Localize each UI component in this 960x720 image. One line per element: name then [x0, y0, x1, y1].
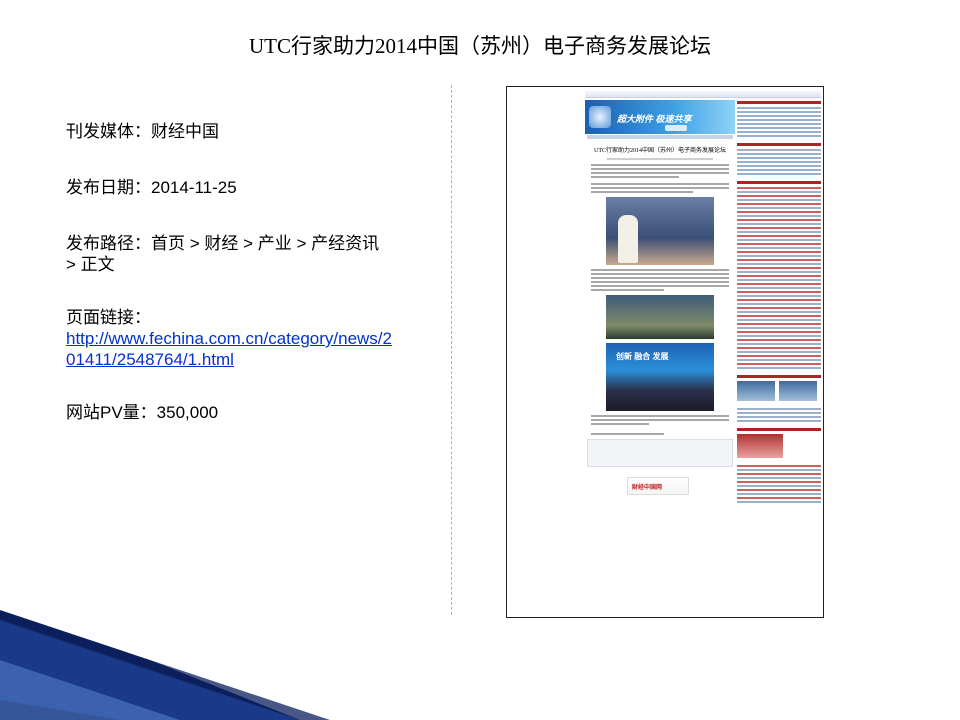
site-logo: 财经中国网	[627, 477, 689, 495]
divider-line	[451, 85, 452, 615]
site-nav-bar	[585, 91, 821, 98]
banner-headline: 超大附件 极速共享	[617, 114, 692, 124]
ad-banner: 超大附件 极速共享	[585, 100, 735, 134]
webpage-content: 超大附件 极速共享 UTC行家助力2014中国（苏州）电子商务发展论坛 创新 融…	[585, 91, 821, 503]
comment-box	[587, 439, 733, 467]
webpage-sidebar	[737, 99, 821, 505]
article-body: UTC行家助力2014中国（苏州）电子商务发展论坛 创新 融合 发展 财经中国网	[587, 135, 733, 495]
pv-line: 网站PV量：350,000	[66, 403, 219, 422]
slide-title: UTC行家助力2014中国（苏州）电子商务发展论坛	[249, 34, 711, 58]
article-meta	[607, 158, 713, 160]
stage-banner-text: 创新 融合 发展	[616, 352, 669, 361]
path-line-1: 发布路径：首页 > 财经 > 产业 > 产经资讯	[66, 234, 380, 253]
article-photo-audience	[606, 295, 714, 339]
sidebar-thumb	[737, 381, 775, 401]
article-photo-stage: 创新 融合 发展	[606, 343, 714, 411]
page-link-part1[interactable]: http://www.fechina.com.cn/category/news/…	[66, 329, 392, 348]
media-line: 刊发媒体：财经中国	[66, 122, 219, 141]
breadcrumb-bar	[587, 135, 733, 139]
banner-button	[665, 125, 687, 131]
date-line: 发布日期：2014-11-25	[66, 178, 237, 197]
article-photo-speaker	[606, 197, 714, 265]
banner-icon	[589, 106, 611, 128]
page-link-part2[interactable]: 01411/2548764/1.html	[66, 350, 234, 369]
sidebar-thumb	[779, 381, 817, 401]
page-link[interactable]: http://www.fechina.com.cn/category/news/…	[66, 329, 392, 369]
path-line: 发布路径：首页 > 财经 > 产业 > 产经资讯 > 正文	[66, 233, 379, 275]
sidebar-thumb-large	[737, 434, 783, 458]
link-label: 页面链接：	[66, 308, 151, 327]
webpage-screenshot: 超大附件 极速共享 UTC行家助力2014中国（苏州）电子商务发展论坛 创新 融…	[506, 86, 824, 618]
path-line-2: > 正文	[66, 255, 115, 274]
site-logo-text: 财经中国网	[632, 485, 663, 491]
article-title: UTC行家助力2014中国（苏州）电子商务发展论坛	[593, 148, 726, 154]
link-block: 页面链接： http://www.fechina.com.cn/category…	[66, 307, 392, 370]
